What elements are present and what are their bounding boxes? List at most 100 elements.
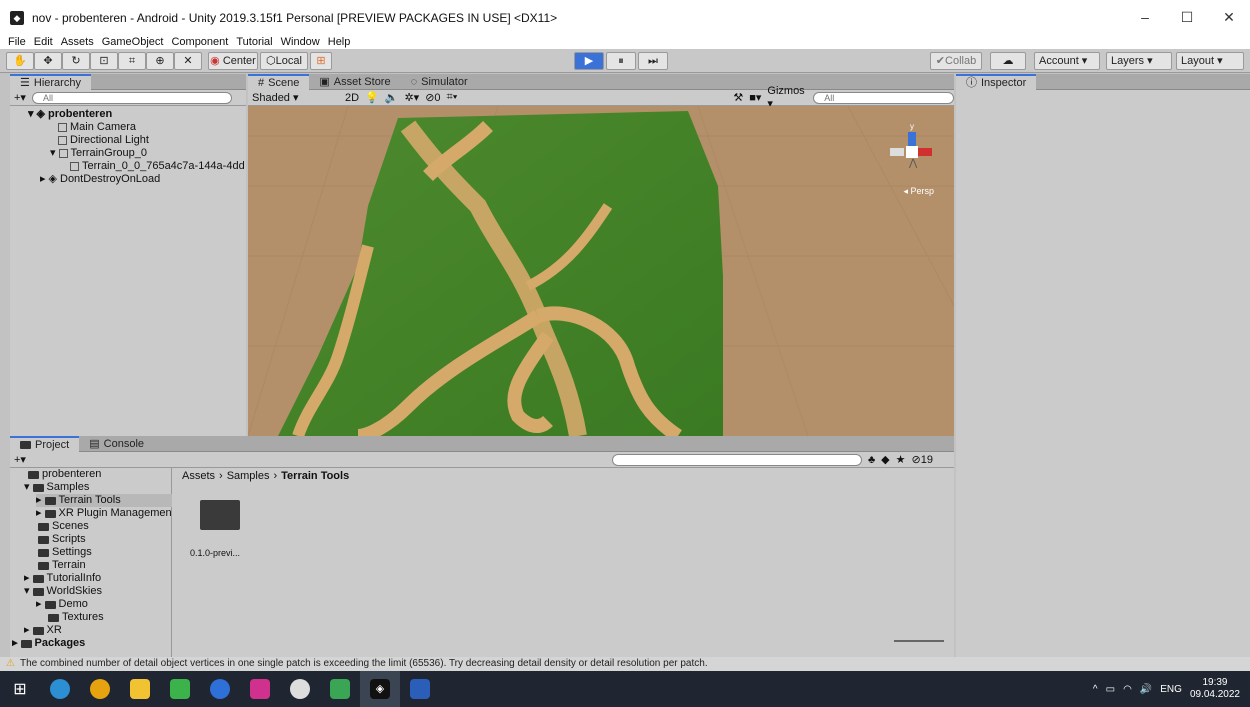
tree-item-selected[interactable]: ▸ Terrain Tools	[36, 494, 172, 507]
object-row-directional-light[interactable]: Directional Light	[58, 134, 149, 147]
favorite-icon[interactable]: ★	[896, 453, 906, 466]
app-icon[interactable]	[200, 671, 240, 707]
tab-scene[interactable]: # Scene	[248, 74, 310, 90]
project-create-button[interactable]: +▾	[14, 453, 26, 466]
edge-icon[interactable]	[40, 671, 80, 707]
scale-tool-icon[interactable]: ⊡	[90, 52, 118, 70]
language-indicator[interactable]: ENG	[1160, 684, 1182, 695]
create-button[interactable]: +▾	[14, 91, 26, 104]
zoom-slider[interactable]	[894, 640, 944, 642]
tab-project[interactable]: Project	[10, 436, 80, 452]
volume-icon[interactable]: 🔊	[1140, 684, 1152, 695]
tree-item[interactable]: Terrain	[38, 559, 86, 572]
filter-type-icon[interactable]: ♣	[868, 454, 875, 466]
scene-row-probenteren[interactable]: ▾ ◈ probenteren	[28, 108, 112, 121]
mode-2d-toggle[interactable]: 2D	[345, 92, 359, 104]
transform-tool-icon[interactable]: ⊕	[146, 52, 174, 70]
collab-button[interactable]: ✔Collab	[930, 52, 982, 70]
object-row-terraingroup[interactable]: ▾ TerrainGroup_0	[50, 147, 147, 160]
object-row-main-camera[interactable]: Main Camera	[58, 121, 136, 134]
menu-help[interactable]: Help	[328, 36, 351, 48]
close-button[interactable]: ✕	[1208, 0, 1250, 35]
menu-window[interactable]: Window	[281, 36, 320, 48]
tab-simulator[interactable]: ◌ Simulator	[401, 74, 478, 90]
pivot-local-button[interactable]: ⬡Local	[260, 52, 308, 70]
scene-gizmo[interactable]: y ⋀	[890, 118, 940, 178]
scene-viewport[interactable]: y ⋀ ◂ Persp	[248, 106, 954, 436]
battery-icon[interactable]: ▭	[1106, 684, 1115, 695]
object-row-terrain[interactable]: Terrain_0_0_765a4c7a-144a-4dd	[70, 160, 246, 173]
explorer-icon[interactable]	[120, 671, 160, 707]
play-button[interactable]: ▶	[574, 52, 604, 70]
unity-hub-icon[interactable]	[280, 671, 320, 707]
breadcrumb-terrain-tools[interactable]: Terrain Tools	[281, 470, 349, 482]
persp-label[interactable]: ◂ Persp	[903, 186, 934, 197]
tab-inspector[interactable]: ⓘ Inspector	[956, 74, 1037, 90]
rect-tool-icon[interactable]: ⌗	[118, 52, 146, 70]
tree-item[interactable]: Scripts	[38, 533, 86, 546]
tree-item[interactable]: ▸ Demo	[36, 598, 88, 611]
tree-item-packages[interactable]: ▸ Packages	[12, 637, 85, 650]
tree-item[interactable]: ▸ TutorialInfo	[24, 572, 101, 585]
tab-asset-store[interactable]: ▣ Asset Store	[309, 74, 400, 90]
hidden-packages-count[interactable]: ⊘19	[912, 453, 933, 466]
clock[interactable]: 19:39 09.04.2022	[1190, 677, 1240, 701]
vscode-icon[interactable]	[320, 671, 360, 707]
lighting-icon[interactable]: 💡	[365, 91, 379, 104]
minimize-button[interactable]: –	[1124, 0, 1166, 35]
maximize-button[interactable]: ☐	[1166, 0, 1208, 35]
tree-item[interactable]: Textures	[48, 611, 104, 624]
custom-tool-icon[interactable]: ✕	[174, 52, 202, 70]
asset-label[interactable]: 0.1.0-previ...	[190, 548, 240, 558]
tab-hierarchy[interactable]: ☰ Hierarchy	[10, 74, 91, 90]
pycharm-icon[interactable]	[160, 671, 200, 707]
layers-dropdown[interactable]: Layers ▾	[1106, 52, 1172, 70]
tree-item[interactable]: ▾ Samples	[24, 481, 89, 494]
word-icon[interactable]	[400, 671, 440, 707]
tree-item[interactable]: Scenes	[38, 520, 89, 533]
pivot-center-button[interactable]: ◉ Center	[208, 52, 258, 70]
effects-icon[interactable]: ✲▾	[404, 91, 419, 104]
rotate-tool-icon[interactable]: ↻	[62, 52, 90, 70]
unity-icon[interactable]: ◈	[360, 671, 400, 707]
wifi-icon[interactable]: ◠	[1123, 684, 1132, 695]
menu-edit[interactable]: Edit	[34, 36, 53, 48]
tree-item[interactable]: probenteren	[28, 468, 101, 481]
chrome-icon[interactable]	[80, 671, 120, 707]
hidden-objects-toggle[interactable]: ⊘0	[425, 91, 440, 104]
move-tool-icon[interactable]: ✥	[34, 52, 62, 70]
scene-row-dontdestroyonload[interactable]: ▸ ◈ DontDestroyOnLoad	[40, 173, 160, 186]
menu-gameobject[interactable]: GameObject	[102, 36, 164, 48]
tree-item[interactable]: ▾ WorldSkies	[24, 585, 102, 598]
snap-icon[interactable]: ⊞	[310, 52, 332, 70]
breadcrumb-samples[interactable]: Samples	[227, 470, 270, 482]
status-bar[interactable]: ⚠ The combined number of detail object v…	[0, 657, 1250, 671]
audio-icon[interactable]: 🔈	[385, 91, 399, 104]
start-button[interactable]: ⊞	[0, 671, 40, 707]
tree-item[interactable]: ▸ XR Plugin Managemen	[36, 507, 172, 520]
menu-component[interactable]: Component	[171, 36, 228, 48]
hand-tool-icon[interactable]: ✋	[6, 52, 34, 70]
scene-search-input[interactable]	[813, 91, 954, 104]
filter-label-icon[interactable]: ◆	[881, 453, 889, 466]
draw-mode-dropdown[interactable]: Shaded ▾	[252, 91, 339, 104]
breadcrumb-assets[interactable]: Assets	[182, 470, 215, 482]
tab-console[interactable]: ▤ Console	[79, 436, 154, 452]
tray-chevron-icon[interactable]: ^	[1093, 684, 1098, 695]
menu-assets[interactable]: Assets	[61, 36, 94, 48]
tree-item[interactable]: Settings	[38, 546, 92, 559]
pause-button[interactable]: ⏸	[606, 52, 636, 70]
cloud-icon[interactable]: ☁	[990, 52, 1026, 70]
menu-file[interactable]: File	[8, 36, 26, 48]
project-search-input[interactable]	[611, 453, 862, 466]
camera-icon[interactable]: ■▾	[749, 91, 761, 104]
menu-tutorial[interactable]: Tutorial	[236, 36, 272, 48]
layout-dropdown[interactable]: Layout ▾	[1176, 52, 1244, 70]
intellij-icon[interactable]	[240, 671, 280, 707]
hierarchy-search-input[interactable]	[31, 91, 232, 104]
grid-toggle-icon[interactable]: ⌗▾	[447, 91, 458, 104]
account-dropdown[interactable]: Account ▾	[1034, 52, 1100, 70]
step-button[interactable]: ⏭	[638, 52, 668, 70]
folder-icon[interactable]	[200, 500, 240, 530]
tree-item[interactable]: ▸ XR	[24, 624, 62, 637]
